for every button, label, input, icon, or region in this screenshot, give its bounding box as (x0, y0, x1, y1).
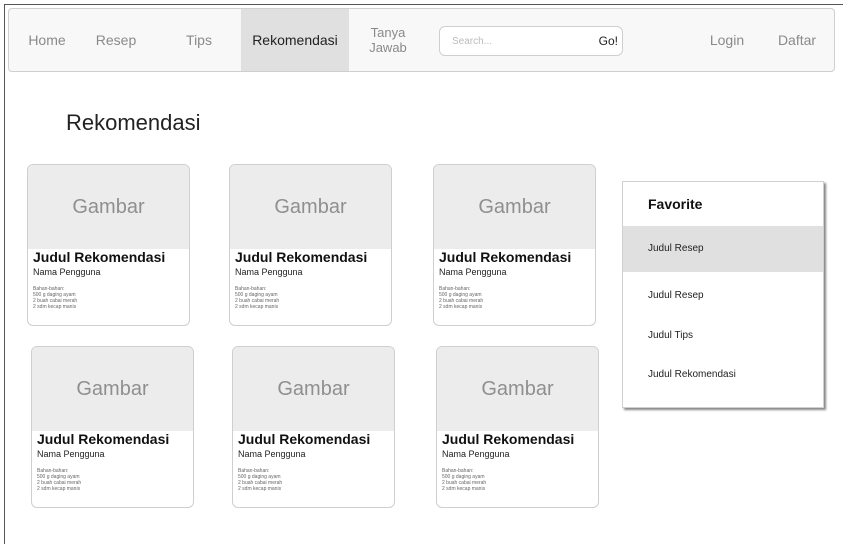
card-ingredients: Bahan-bahan: 500 g daging ayam 2 buah ca… (442, 468, 598, 492)
nav-resep-label: Resep (95, 32, 137, 48)
recommendation-card[interactable]: Gambar Judul Rekomendasi Nama Pengguna B… (229, 164, 392, 326)
top-navbar: Home Resep Tips Rekomendasi Tanya Jawab … (8, 8, 835, 72)
nav-tanya-jawab-line2: Jawab (369, 40, 407, 55)
login-link[interactable]: Login (699, 9, 755, 71)
nav-tanya-jawab[interactable]: Tanya Jawab (354, 9, 422, 71)
ingredient-line: 2 sdm kecap manis (37, 486, 81, 492)
card-image-placeholder: Gambar (434, 165, 595, 249)
search-box: Go! (439, 26, 623, 56)
card-ingredients: Bahan-bahan: 500 g daging ayam 2 buah ca… (439, 286, 595, 310)
card-user-name: Nama Pengguna (33, 267, 101, 277)
card-image-placeholder: Gambar (32, 347, 193, 431)
page-title: Rekomendasi (66, 110, 201, 135)
nav-home[interactable]: Home (17, 9, 77, 71)
ingredient-line: 2 sdm kecap manis (439, 304, 483, 310)
card-user-name: Nama Pengguna (439, 267, 507, 277)
recommendation-card[interactable]: Gambar Judul Rekomendasi Nama Pengguna B… (433, 164, 596, 326)
card-ingredients: Bahan-bahan: 500 g daging ayam 2 buah ca… (37, 468, 193, 492)
card-ingredients: Bahan-bahan: 500 g daging ayam 2 buah ca… (238, 468, 394, 492)
ingredient-line: 2 sdm kecap manis (442, 486, 486, 492)
favorite-panel: Favorite Judul Resep Judul Resep Judul T… (622, 181, 824, 408)
recommendation-card[interactable]: Gambar Judul Rekomendasi Nama Pengguna B… (31, 346, 194, 508)
card-title[interactable]: Judul Rekomendasi (37, 431, 193, 447)
favorite-item[interactable]: Judul Rekomendasi (623, 365, 823, 385)
card-image-placeholder: Gambar (233, 347, 394, 431)
nav-rekomendasi[interactable]: Rekomendasi (241, 9, 349, 71)
favorite-title: Favorite (648, 196, 703, 212)
card-ingredients: Bahan-bahan: 500 g daging ayam 2 buah ca… (235, 286, 391, 310)
card-user-name: Nama Pengguna (235, 267, 303, 277)
register-link[interactable]: Daftar (767, 9, 827, 71)
card-image-placeholder: Gambar (230, 165, 391, 249)
card-user-name: Nama Pengguna (238, 449, 306, 459)
nav-home-label: Home (28, 32, 66, 48)
card-image-placeholder: Gambar (437, 347, 598, 431)
search-input[interactable] (440, 27, 590, 55)
favorite-item[interactable]: Judul Resep (623, 226, 823, 272)
nav-tanya-jawab-line1: Tanya (370, 25, 406, 40)
favorite-item-label: Judul Resep (648, 243, 704, 254)
nav-tips[interactable]: Tips (177, 9, 221, 71)
favorite-item[interactable]: Judul Tips (623, 326, 823, 346)
ingredient-line: 2 sdm kecap manis (238, 486, 282, 492)
nav-resep[interactable]: Resep (87, 9, 145, 71)
card-title[interactable]: Judul Rekomendasi (235, 249, 391, 265)
nav-tips-label: Tips (186, 32, 212, 48)
recommendation-card[interactable]: Gambar Judul Rekomendasi Nama Pengguna B… (27, 164, 190, 326)
nav-rekomendasi-label: Rekomendasi (252, 32, 338, 48)
card-title[interactable]: Judul Rekomendasi (442, 431, 598, 447)
card-ingredients: Bahan-bahan: 500 g daging ayam 2 buah ca… (33, 286, 189, 310)
favorite-item-label: Judul Resep (648, 290, 704, 301)
go-button[interactable]: Go! (599, 27, 618, 55)
recommendation-card[interactable]: Gambar Judul Rekomendasi Nama Pengguna B… (436, 346, 599, 508)
favorite-item[interactable]: Judul Resep (623, 286, 823, 306)
register-label: Daftar (777, 32, 817, 48)
card-title[interactable]: Judul Rekomendasi (33, 249, 189, 265)
card-image-placeholder: Gambar (28, 165, 189, 249)
favorite-item-label: Judul Rekomendasi (648, 369, 736, 380)
card-user-name: Nama Pengguna (442, 449, 510, 459)
card-user-name: Nama Pengguna (37, 449, 105, 459)
login-label: Login (709, 32, 745, 48)
recommendation-card[interactable]: Gambar Judul Rekomendasi Nama Pengguna B… (232, 346, 395, 508)
card-title[interactable]: Judul Rekomendasi (439, 249, 595, 265)
card-title[interactable]: Judul Rekomendasi (238, 431, 394, 447)
ingredient-line: 2 sdm kecap manis (33, 304, 77, 310)
ingredient-line: 2 sdm kecap manis (235, 304, 279, 310)
favorite-item-label: Judul Tips (648, 330, 694, 341)
